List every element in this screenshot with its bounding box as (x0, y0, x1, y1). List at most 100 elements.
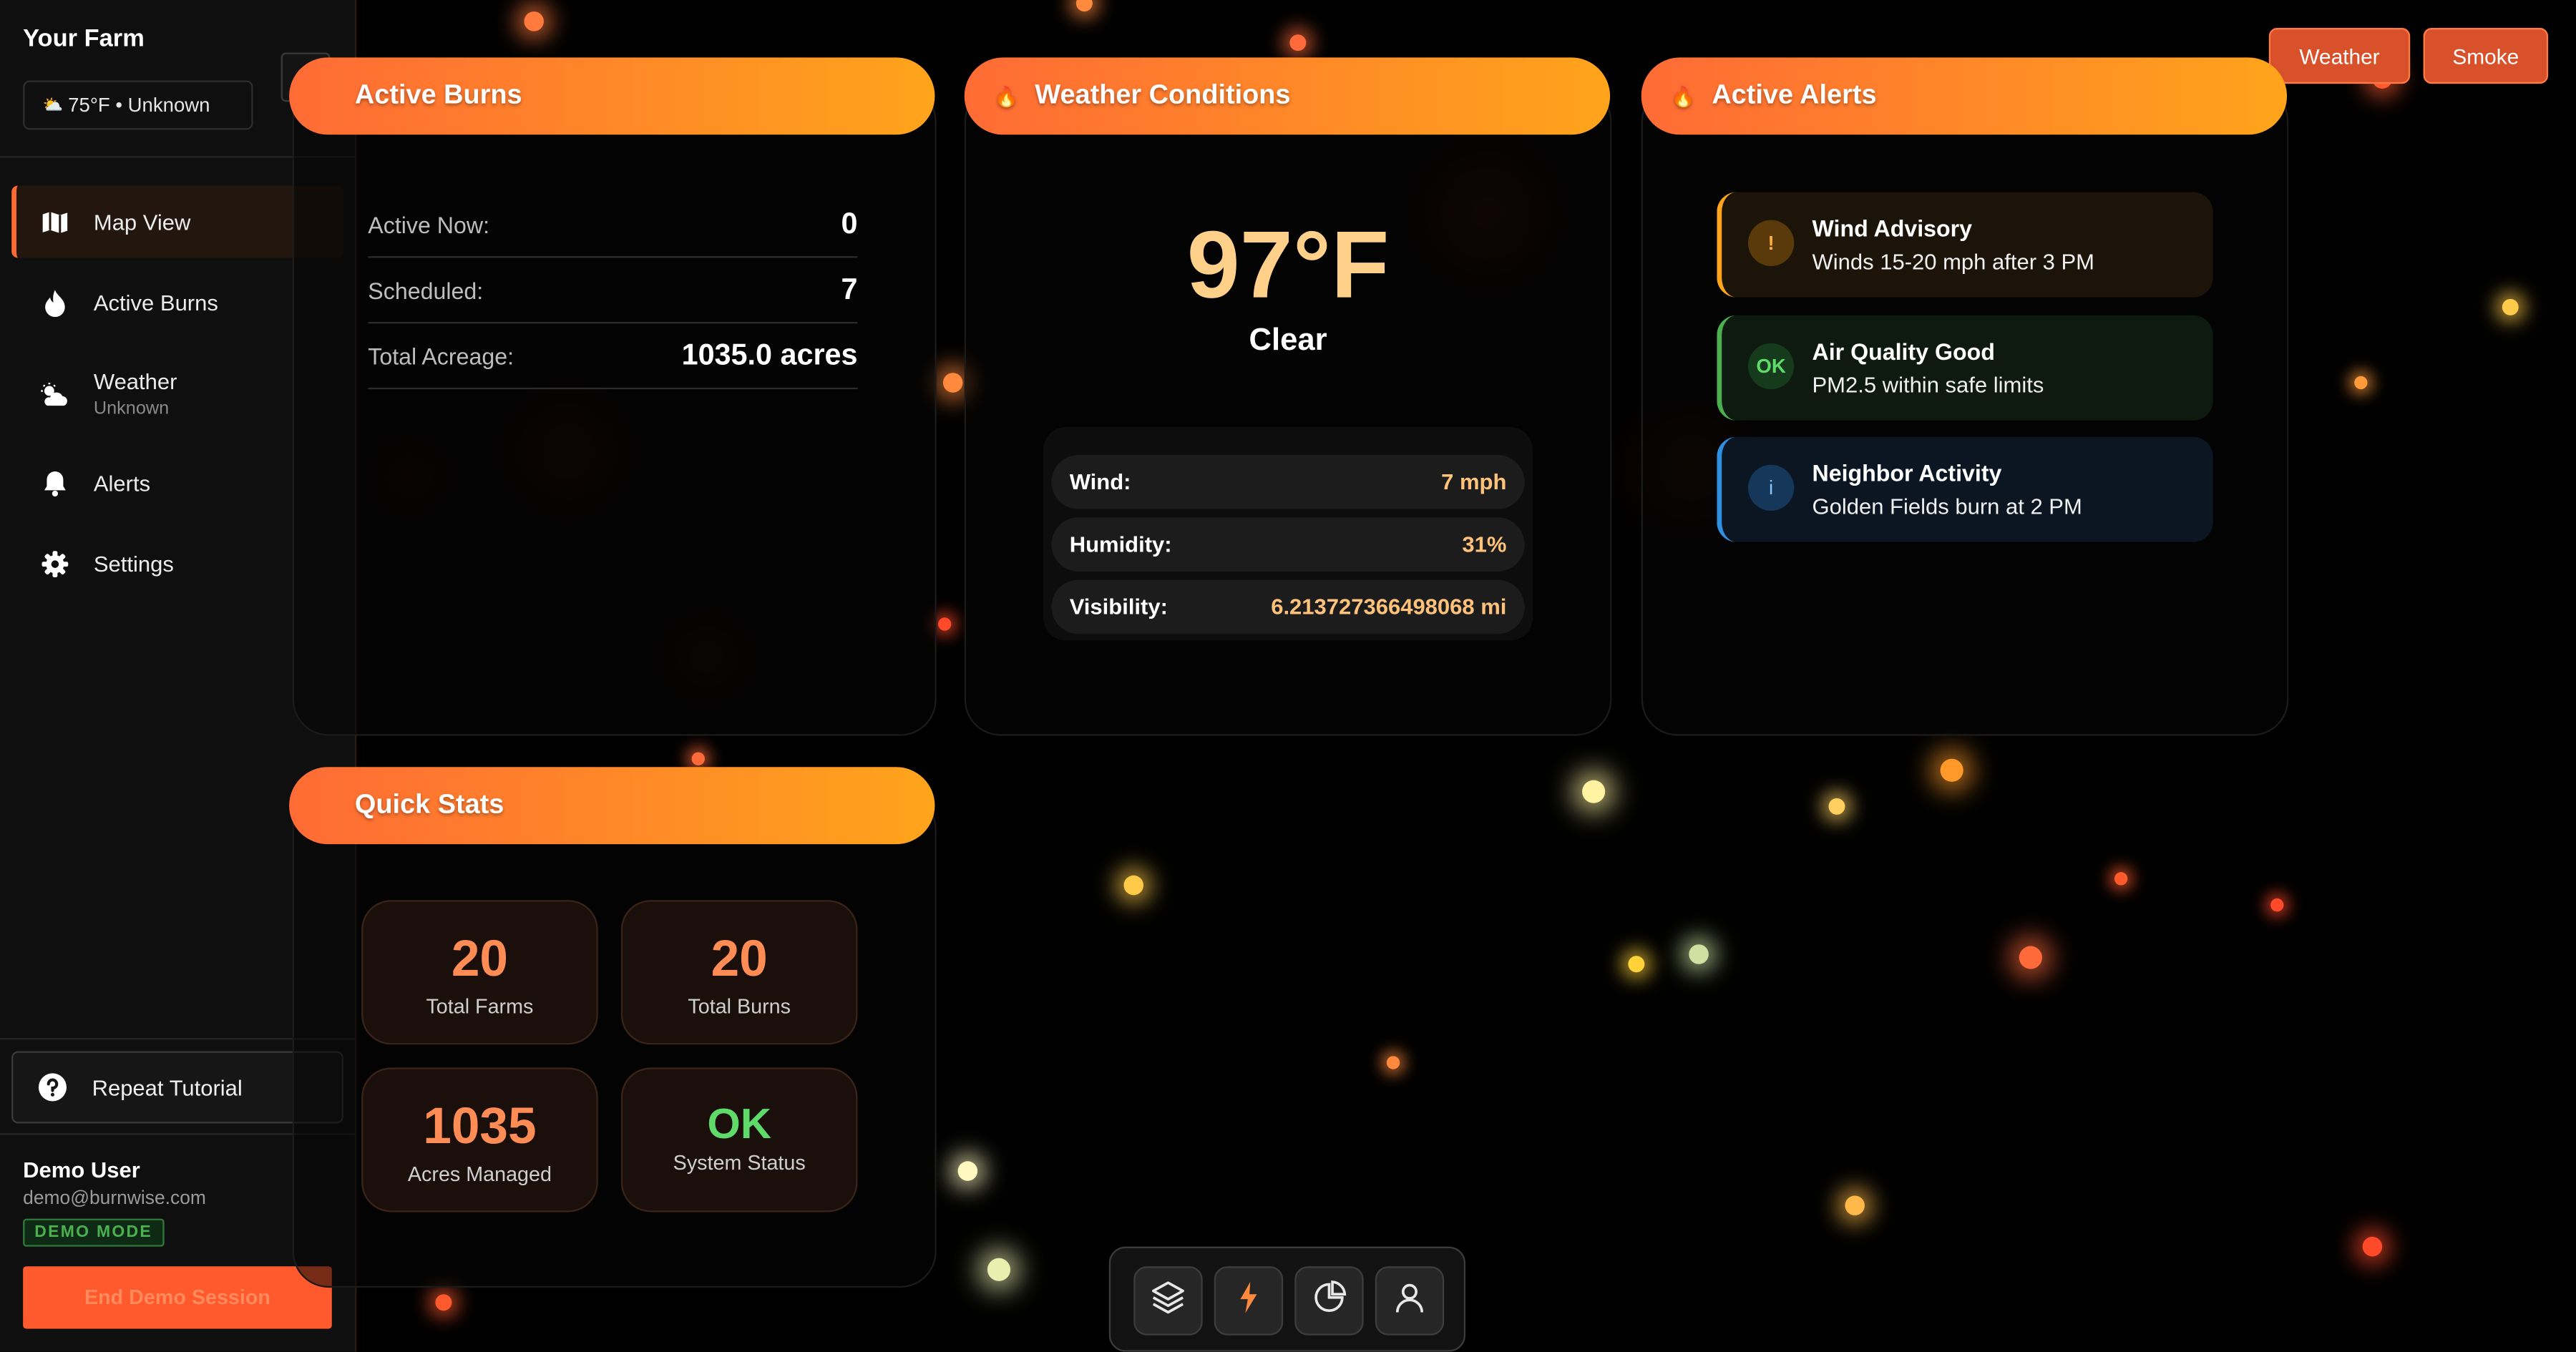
current-temperature: 97°F (1186, 212, 1390, 319)
ok-icon: OK (1747, 343, 1795, 390)
stat-card-total-farms: 20 Total Farms (361, 900, 598, 1045)
ember-particle (2502, 298, 2519, 315)
end-demo-session-button[interactable]: End Demo Session (23, 1266, 332, 1329)
alert-air-quality[interactable]: OK Air Quality Good PM2.5 within safe li… (1717, 315, 2213, 421)
layers-button[interactable] (1133, 1266, 1203, 1336)
stat-card-label: Total Farms (426, 995, 534, 1019)
alert-title: Wind Advisory (1812, 215, 1973, 242)
bell-icon (38, 466, 71, 499)
stat-card-value: 1035 (423, 1097, 537, 1155)
ember-particle (2270, 898, 2284, 912)
active-alerts-header: 🔥 Active Alerts (1641, 57, 2288, 135)
stat-value: 7 (841, 273, 858, 306)
ember-particle (1940, 758, 1963, 782)
alert-description: PM2.5 within safe limits (1812, 373, 2044, 398)
map-icon (38, 205, 71, 238)
stat-card-label: System Status (673, 1151, 806, 1175)
weather-conditions-header: 🔥 Weather Conditions (964, 57, 1611, 135)
info-icon: i (1747, 464, 1795, 511)
flame-icon (1237, 1280, 1260, 1321)
sidebar-item-label: Active Burns (93, 290, 218, 315)
sidebar-item-label: Map View (93, 209, 191, 235)
panel-title: Quick Stats (354, 790, 504, 820)
panel-title: Active Alerts (1712, 80, 1877, 110)
weather-layer-button[interactable]: Weather (2268, 28, 2411, 84)
layers-icon (1150, 1278, 1186, 1323)
stat-value: 0 (841, 207, 858, 240)
help-circle-icon (36, 1071, 69, 1104)
weather-label: Wind: (1069, 469, 1131, 495)
sidebar-item-label: Alerts (93, 470, 151, 496)
alert-description: Golden Fields burn at 2 PM (1812, 494, 2082, 519)
flame-icon: 🔥 (1671, 84, 1696, 108)
active-burns-header: Active Burns (289, 57, 935, 135)
ember-particle (2354, 376, 2368, 390)
stat-value: 1035.0 acres (681, 338, 858, 371)
ember-particle (691, 752, 705, 765)
bottom-toolbar (1108, 1246, 1466, 1352)
burns-button[interactable] (1214, 1266, 1284, 1336)
sidebar-item-label: Settings (93, 551, 174, 576)
ember-particle (1628, 956, 1645, 973)
quick-stats-header: Quick Stats (289, 767, 935, 845)
ember-particle (1386, 1056, 1400, 1069)
flame-icon (38, 286, 71, 319)
user-icon (1393, 1280, 1426, 1321)
alert-description: Winds 15-20 mph after 3 PM (1812, 249, 2095, 275)
ember-particle (1289, 34, 1307, 52)
ember-particle (1075, 0, 1093, 12)
cloud-sun-icon (38, 378, 71, 411)
weather-row-visibility: Visibility: 6.213727366498068 mi (1051, 579, 1525, 635)
stat-row-total-acreage: Total Acreage: 1035.0 acres (368, 323, 858, 390)
stat-card-total-burns: 20 Total Burns (620, 900, 858, 1045)
alert-neighbor-activity[interactable]: i Neighbor Activity Golden Fields burn a… (1717, 436, 2213, 542)
sidebar-item-label: Weather (93, 369, 177, 395)
repeat-tutorial-label: Repeat Tutorial (92, 1074, 243, 1100)
alert-title: Air Quality Good (1812, 338, 1995, 365)
alert-wind-advisory[interactable]: ! Wind Advisory Winds 15-20 mph after 3 … (1717, 192, 2213, 298)
stat-card-label: Acres Managed (407, 1162, 552, 1186)
end-demo-session-label: End Demo Session (84, 1285, 270, 1309)
ember-particle (524, 11, 544, 31)
weather-value: 6.213727366498068 mi (1271, 594, 1507, 619)
active-burns-panel (292, 85, 937, 736)
farm-weather-text: 75°F • Unknown (68, 93, 210, 117)
warning-icon: ! (1747, 220, 1795, 266)
user-name: Demo User (23, 1157, 140, 1183)
farm-weather-chip: ⛅ 75°F • Unknown (23, 80, 253, 130)
stat-label: Scheduled: (368, 276, 484, 303)
ember-particle (1123, 875, 1144, 896)
partly-cloudy-icon: ⛅ (42, 96, 64, 114)
ember-particle (938, 617, 952, 631)
weather-row-wind: Wind: 7 mph (1051, 454, 1525, 509)
ember-particle (987, 1258, 1011, 1281)
demo-mode-badge: DEMO MODE (23, 1218, 165, 1247)
panel-title: Weather Conditions (1035, 80, 1291, 110)
gear-icon (38, 547, 71, 580)
stat-card-value: 20 (711, 929, 768, 987)
stat-card-system-status: OK System Status (620, 1067, 858, 1213)
ember-particle (435, 1294, 452, 1311)
stat-row-active-now: Active Now: 0 (368, 192, 858, 258)
analytics-button[interactable] (1294, 1266, 1364, 1336)
profile-button[interactable] (1375, 1266, 1445, 1336)
weather-row-humidity: Humidity: 31% (1051, 517, 1525, 572)
ember-particle (1689, 944, 1709, 964)
app-root: Your Farm ⛅ 75°F • Unknown ✕ Map View Ac… (0, 0, 2576, 1352)
stat-card-value: OK (707, 1099, 771, 1148)
ember-particle (1582, 780, 1606, 803)
smoke-layer-button[interactable]: Smoke (2423, 28, 2549, 84)
ember-particle (1828, 798, 1845, 815)
stat-card-acres-managed: 1035 Acres Managed (361, 1067, 598, 1213)
current-condition: Clear (1249, 323, 1327, 358)
sidebar-item-sublabel: Unknown (93, 398, 170, 419)
weather-label: Visibility: (1069, 594, 1168, 619)
weather-value: 31% (1462, 532, 1507, 557)
alert-title: Neighbor Activity (1812, 459, 2002, 486)
stat-row-scheduled: Scheduled: 7 (368, 258, 858, 324)
stat-card-value: 20 (451, 929, 509, 987)
farm-title: Your Farm (23, 24, 145, 53)
weather-value: 7 mph (1441, 469, 1507, 495)
stat-label: Active Now: (368, 211, 490, 237)
ember-particle (957, 1161, 978, 1181)
